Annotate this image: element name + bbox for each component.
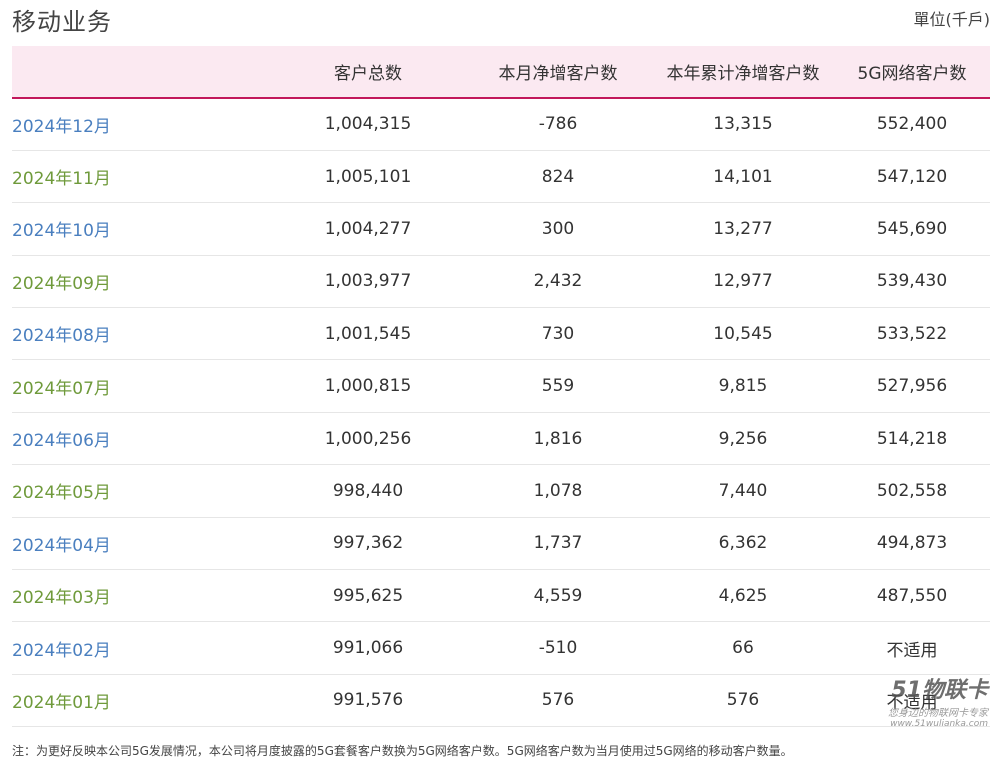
monthly-net-add-cell: 1,816	[464, 412, 652, 466]
column-header-ytd-net-add: 本年累计净增客户数	[652, 46, 834, 99]
total-customers-cell: 991,066	[272, 621, 464, 675]
ytd-net-add-cell: 4,625	[652, 569, 834, 623]
table-header-row: 客户总数 本月净增客户数 本年累计净增客户数 5G网络客户数	[12, 46, 990, 99]
total-customers-cell: 1,001,545	[272, 307, 464, 361]
total-customers-cell: 1,000,256	[272, 412, 464, 466]
5g-customers-cell: 533,522	[834, 307, 990, 361]
5g-customers-cell: 494,873	[834, 517, 990, 571]
month-link-cell[interactable]: 2024年11月	[12, 150, 272, 204]
table-row: 2024年04月 997,362 1,737 6,362 494,873	[12, 517, 990, 571]
month-link-cell[interactable]: 2024年05月	[12, 464, 272, 518]
ytd-net-add-cell: 9,815	[652, 359, 834, 413]
ytd-net-add-cell: 13,315	[652, 98, 834, 151]
ytd-net-add-cell: 7,440	[652, 464, 834, 518]
5g-customers-cell: 527,956	[834, 359, 990, 413]
5g-customers-cell: 539,430	[834, 255, 990, 309]
monthly-net-add-cell: 824	[464, 150, 652, 204]
column-header-5g-customers: 5G网络客户数	[834, 46, 990, 99]
monthly-net-add-cell: -786	[464, 98, 652, 151]
total-customers-cell: 991,576	[272, 674, 464, 728]
monthly-net-add-cell: 576	[464, 674, 652, 728]
5g-customers-cell: 487,550	[834, 569, 990, 623]
monthly-net-add-cell: -510	[464, 621, 652, 675]
table-row: 2024年11月 1,005,101 824 14,101 547,120	[12, 150, 990, 204]
monthly-net-add-cell: 300	[464, 202, 652, 256]
table-row: 2024年07月 1,000,815 559 9,815 527,956	[12, 359, 990, 413]
total-customers-cell: 997,362	[272, 517, 464, 571]
5g-customers-cell: 547,120	[834, 150, 990, 204]
ytd-net-add-cell: 14,101	[652, 150, 834, 204]
table-row: 2024年05月 998,440 1,078 7,440 502,558	[12, 464, 990, 518]
total-customers-cell: 995,625	[272, 569, 464, 623]
5g-customers-cell: 552,400	[834, 98, 990, 151]
total-customers-cell: 1,004,277	[272, 202, 464, 256]
monthly-net-add-cell: 4,559	[464, 569, 652, 623]
page-title: 移动业务	[12, 8, 112, 36]
column-header-total-customers: 客户总数	[272, 46, 464, 99]
table-row: 2024年02月 991,066 -510 66 不适用	[12, 621, 990, 675]
monthly-net-add-cell: 1,737	[464, 517, 652, 571]
month-link-cell[interactable]: 2024年09月	[12, 255, 272, 309]
total-customers-cell: 1,004,315	[272, 98, 464, 151]
month-link-cell[interactable]: 2024年01月	[12, 674, 272, 728]
month-link-cell[interactable]: 2024年07月	[12, 359, 272, 413]
watermark-logo: 51物联卡	[891, 678, 988, 703]
monthly-net-add-cell: 559	[464, 359, 652, 413]
5g-customers-cell: 502,558	[834, 464, 990, 518]
month-link-cell[interactable]: 2024年08月	[12, 307, 272, 361]
month-link-cell[interactable]: 2024年06月	[12, 412, 272, 466]
month-link-cell[interactable]: 2024年04月	[12, 517, 272, 571]
5g-customers-cell: 514,218	[834, 412, 990, 466]
month-link-cell[interactable]: 2024年03月	[12, 569, 272, 623]
monthly-net-add-cell: 730	[464, 307, 652, 361]
total-customers-cell: 998,440	[272, 464, 464, 518]
monthly-net-add-cell: 1,078	[464, 464, 652, 518]
footnote: 注：为更好反映本公司5G发展情况，本公司将月度披露的5G套餐客户数换为5G网络客…	[12, 744, 793, 758]
unit-label: 單位(千戶)	[913, 10, 991, 29]
monthly-net-add-cell: 2,432	[464, 255, 652, 309]
watermark: 51物联卡 您身边的物联网卡专家 www.51wulianka.com	[838, 672, 988, 729]
total-customers-cell: 1,005,101	[272, 150, 464, 204]
table-row: 2024年03月 995,625 4,559 4,625 487,550	[12, 569, 990, 623]
column-header-monthly-net-add: 本月净增客户数	[464, 46, 652, 99]
month-link-cell[interactable]: 2024年12月	[12, 98, 272, 151]
ytd-net-add-cell: 6,362	[652, 517, 834, 571]
month-link-cell[interactable]: 2024年10月	[12, 202, 272, 256]
ytd-net-add-cell: 66	[652, 621, 834, 675]
table-row: 2024年12月 1,004,315 -786 13,315 552,400	[12, 98, 990, 151]
5g-customers-cell: 545,690	[834, 202, 990, 256]
ytd-net-add-cell: 9,256	[652, 412, 834, 466]
month-link-cell[interactable]: 2024年02月	[12, 621, 272, 675]
mobile-business-table: 客户总数 本月净增客户数 本年累计净增客户数 5G网络客户数 2024年12月 1…	[12, 46, 990, 728]
watermark-slogan: 您身边的物联网卡专家	[888, 708, 988, 719]
table-row: 2024年10月 1,004,277 300 13,277 545,690	[12, 202, 990, 256]
total-customers-cell: 1,000,815	[272, 359, 464, 413]
watermark-url: www.51wulianka.com	[890, 719, 988, 729]
table-row: 2024年06月 1,000,256 1,816 9,256 514,218	[12, 412, 990, 466]
5g-customers-cell: 不适用	[834, 621, 990, 675]
ytd-net-add-cell: 576	[652, 674, 834, 728]
ytd-net-add-cell: 13,277	[652, 202, 834, 256]
table-row: 2024年09月 1,003,977 2,432 12,977 539,430	[12, 255, 990, 309]
total-customers-cell: 1,003,977	[272, 255, 464, 309]
column-header-month	[12, 46, 272, 99]
ytd-net-add-cell: 12,977	[652, 255, 834, 309]
table-row: 2024年08月 1,001,545 730 10,545 533,522	[12, 307, 990, 361]
ytd-net-add-cell: 10,545	[652, 307, 834, 361]
